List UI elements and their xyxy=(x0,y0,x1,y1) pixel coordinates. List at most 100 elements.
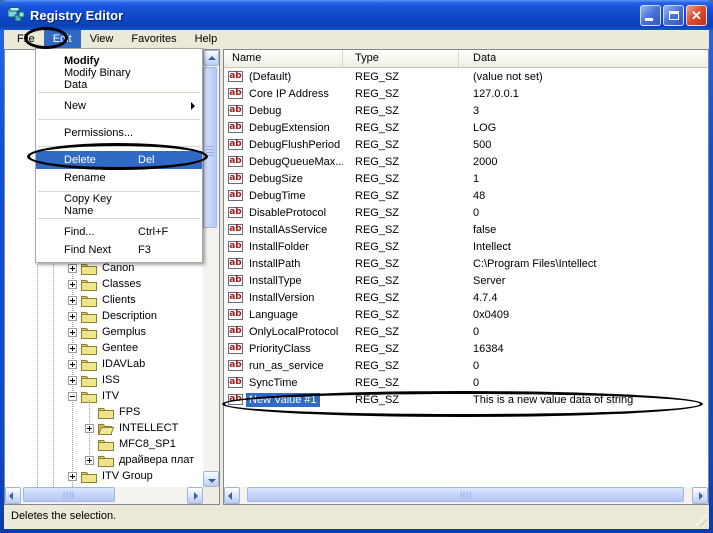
tree-node[interactable]: INTELLECT xyxy=(5,420,203,436)
column-header-type[interactable]: Type xyxy=(343,50,459,67)
tree-expander-icon[interactable] xyxy=(68,472,77,481)
scroll-left-button[interactable] xyxy=(224,487,240,504)
scroll-right-button[interactable] xyxy=(187,487,203,504)
tree-expander-icon[interactable] xyxy=(68,280,77,289)
resize-grip-icon[interactable] xyxy=(694,514,707,527)
registry-value-row[interactable]: ab OnlyLocalProtocol REG_SZ 0 xyxy=(224,323,708,340)
menu-item[interactable]: Copy Key Name xyxy=(36,196,202,214)
menu-item[interactable]: Modify Binary Data xyxy=(36,70,202,88)
scrollbar-corner xyxy=(203,487,219,504)
tree-node[interactable]: драйвера плат xyxy=(5,452,203,468)
tree-expander-icon[interactable] xyxy=(68,392,77,401)
tree-vertical-scrollbar[interactable] xyxy=(203,50,219,487)
tree-node[interactable]: IDAVLab xyxy=(5,356,203,372)
list-horizontal-scrollbar[interactable] xyxy=(224,487,708,504)
registry-value-row[interactable]: ab InstallAsService REG_SZ false xyxy=(224,221,708,238)
menu-item[interactable] xyxy=(38,218,200,219)
reg-sz-string-icon: ab xyxy=(228,241,243,252)
folder-icon xyxy=(98,438,114,451)
maximize-button[interactable] xyxy=(663,5,684,26)
scroll-left-button[interactable] xyxy=(5,487,21,504)
tree-node[interactable]: FPS xyxy=(5,404,203,420)
folder-icon xyxy=(81,326,97,339)
scrollbar-track[interactable] xyxy=(203,66,219,471)
folder-icon xyxy=(81,374,97,387)
menubar-item[interactable]: Favorites xyxy=(122,30,185,49)
menubar-item[interactable]: View xyxy=(81,30,123,49)
registry-value-row[interactable]: ab SyncTime REG_SZ 0 xyxy=(224,374,708,391)
tree-node[interactable]: Description xyxy=(5,308,203,324)
tree-expander-icon[interactable] xyxy=(68,264,77,273)
tree-horizontal-scrollbar[interactable] xyxy=(5,487,203,504)
tree-node[interactable]: ISS xyxy=(5,372,203,388)
registry-value-row[interactable]: ab run_as_service REG_SZ 0 xyxy=(224,357,708,374)
menu-item[interactable]: Find... Ctrl+F xyxy=(36,223,202,241)
scroll-down-button[interactable] xyxy=(203,471,219,487)
menubar-item[interactable]: Help xyxy=(186,30,227,49)
registry-value-row[interactable]: ab DisableProtocol REG_SZ 0 xyxy=(224,204,708,221)
registry-value-row[interactable]: ab InstallFolder REG_SZ Intellect xyxy=(224,238,708,255)
menu-item[interactable] xyxy=(38,146,200,147)
submenu-arrow-icon xyxy=(191,102,195,110)
scrollbar-track[interactable] xyxy=(240,487,692,504)
arrow-up-icon xyxy=(208,56,216,60)
menu-item[interactable] xyxy=(38,92,200,93)
menu-item[interactable]: Rename xyxy=(36,169,202,187)
tree-expander-icon[interactable] xyxy=(85,424,94,433)
tree-node[interactable]: MFC8_SP1 xyxy=(5,436,203,452)
scrollbar-thumb[interactable] xyxy=(23,487,115,502)
menu-item[interactable] xyxy=(38,119,200,120)
registry-value-row[interactable]: ab InstallPath REG_SZ C:\Program Files\I… xyxy=(224,255,708,272)
registry-value-row[interactable]: ab New Value #1 REG_SZ This is a new val… xyxy=(224,391,708,408)
folder-icon xyxy=(81,342,97,355)
scroll-up-button[interactable] xyxy=(203,50,219,66)
tree-node[interactable]: Gemplus xyxy=(5,324,203,340)
registry-value-row[interactable]: ab (Default) REG_SZ (value not set) xyxy=(224,68,708,85)
menu-item[interactable]: Permissions... xyxy=(36,124,202,142)
registry-value-row[interactable]: ab DebugTime REG_SZ 48 xyxy=(224,187,708,204)
folder-icon xyxy=(98,422,114,435)
column-header-data[interactable]: Data xyxy=(459,50,708,67)
registry-value-row[interactable]: ab DebugFlushPeriod REG_SZ 500 xyxy=(224,136,708,153)
close-button[interactable]: ✕ xyxy=(686,5,707,26)
menu-item[interactable]: New xyxy=(36,97,202,115)
tree-node[interactable]: Gentee xyxy=(5,340,203,356)
column-header-name[interactable]: Name xyxy=(224,50,343,67)
tree-expander-icon[interactable] xyxy=(68,296,77,305)
registry-value-row[interactable]: ab DebugQueueMax... REG_SZ 2000 xyxy=(224,153,708,170)
reg-sz-string-icon: ab xyxy=(228,88,243,99)
registry-value-row[interactable]: ab Core IP Address REG_SZ 127.0.0.1 xyxy=(224,85,708,102)
arrow-right-icon xyxy=(699,492,703,500)
registry-value-row[interactable]: ab InstallVersion REG_SZ 4.7.4 xyxy=(224,289,708,306)
minimize-button[interactable] xyxy=(640,5,661,26)
tree-expander-icon[interactable] xyxy=(68,328,77,337)
menu-item[interactable]: Find Next F3 xyxy=(36,241,202,259)
tree-expander-icon[interactable] xyxy=(68,376,77,385)
registry-value-row[interactable]: ab Debug REG_SZ 3 xyxy=(224,102,708,119)
tree-expander-icon[interactable] xyxy=(68,344,77,353)
tree-node[interactable]: Classes xyxy=(5,276,203,292)
folder-icon xyxy=(81,278,97,291)
titlebar[interactable]: Registry Editor ✕ xyxy=(0,0,713,30)
registry-value-row[interactable]: ab PriorityClass REG_SZ 16384 xyxy=(224,340,708,357)
scrollbar-thumb[interactable] xyxy=(203,67,217,228)
tree-expander-icon[interactable] xyxy=(85,456,94,465)
scrollbar-track[interactable] xyxy=(21,487,187,504)
registry-value-row[interactable]: ab Language REG_SZ 0x0409 xyxy=(224,306,708,323)
tree-node[interactable]: ITV Group xyxy=(5,468,203,484)
reg-sz-string-icon: ab xyxy=(228,275,243,286)
tree-expander-icon[interactable] xyxy=(68,312,77,321)
registry-value-row[interactable]: ab DebugExtension REG_SZ LOG xyxy=(224,119,708,136)
reg-sz-string-icon: ab xyxy=(228,190,243,201)
tree-expander-icon[interactable] xyxy=(68,360,77,369)
scrollbar-thumb[interactable] xyxy=(247,487,684,502)
scroll-right-button[interactable] xyxy=(692,487,708,504)
tree-node[interactable]: ITV xyxy=(5,388,203,404)
tree-node[interactable]: Clients xyxy=(5,292,203,308)
menubar-item[interactable]: File xyxy=(8,30,44,49)
registry-value-row[interactable]: ab InstallType REG_SZ Server xyxy=(224,272,708,289)
menubar-item[interactable]: Edit xyxy=(44,30,81,49)
menu-item[interactable] xyxy=(38,191,200,192)
registry-value-row[interactable]: ab DebugSize REG_SZ 1 xyxy=(224,170,708,187)
menu-item[interactable]: Delete Del xyxy=(36,151,202,169)
